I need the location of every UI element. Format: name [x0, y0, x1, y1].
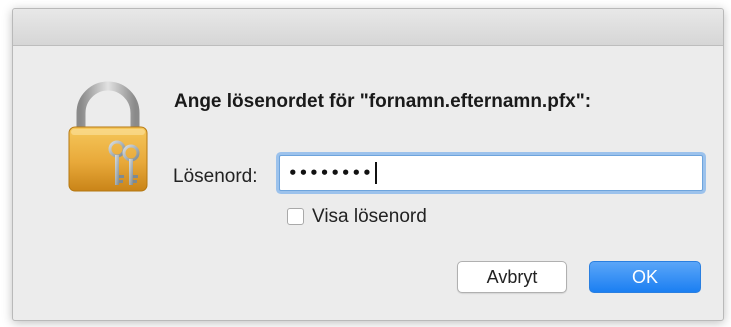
password-value: •••••••• [288, 164, 373, 182]
show-password-checkbox[interactable] [287, 208, 304, 225]
dialog-prompt: Ange lösenordet för "fornamn.efternamn.p… [174, 91, 592, 112]
password-dialog: Ange lösenordet för "fornamn.efternamn.p… [12, 8, 724, 321]
title-bar[interactable] [13, 9, 723, 46]
ok-button[interactable]: OK [589, 261, 701, 293]
text-caret [374, 162, 377, 184]
cancel-button[interactable]: Avbryt [457, 261, 567, 293]
lock-icon [63, 81, 153, 196]
password-field[interactable]: •••••••• [279, 155, 703, 191]
show-password-label[interactable]: Visa lösenord [312, 206, 427, 228]
password-label: Lösenord: [173, 166, 258, 187]
